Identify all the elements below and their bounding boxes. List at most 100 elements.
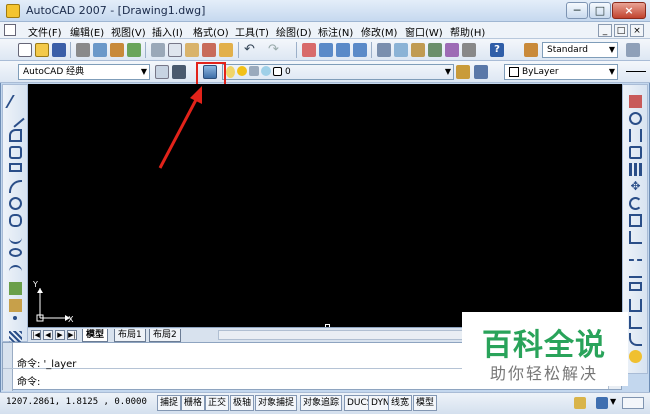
pan-icon[interactable] [302,43,316,57]
calculator-icon[interactable] [462,43,476,57]
layer-combo[interactable]: 0 ▼ [222,64,454,80]
workspace-combo[interactable]: AutoCAD 经典 ▼ [18,64,150,80]
scale-icon[interactable] [629,214,642,227]
menu-format[interactable]: 格式(O) [193,24,229,39]
construction-line-icon[interactable] [6,109,25,128]
paste-icon[interactable] [185,43,199,57]
status-menu-arrow-icon[interactable]: ▼ [610,397,616,406]
new-icon[interactable] [18,43,32,57]
otrack-toggle[interactable]: 对象追踪 [300,395,343,411]
help-icon[interactable]: ? [490,43,504,57]
menu-file[interactable]: 文件(F) [28,24,62,39]
save-icon[interactable] [52,43,66,57]
join-icon[interactable] [629,299,642,312]
dim-style-icon[interactable] [626,43,640,57]
menu-help[interactable]: 帮助(H) [450,24,485,39]
properties-icon[interactable] [377,43,391,57]
tool-palettes-icon[interactable] [411,43,425,57]
cut-icon[interactable] [151,43,165,57]
grid-toggle[interactable]: 栅格 [181,395,206,411]
copy-object-icon[interactable] [629,112,642,125]
minimize-button[interactable]: ─ [566,2,588,19]
layer-previous-icon[interactable] [474,65,488,79]
preview-icon[interactable] [93,43,107,57]
zoom-previous-icon[interactable] [353,43,367,57]
point-icon[interactable] [13,316,17,320]
lock-icon[interactable] [574,397,586,409]
spline-icon[interactable] [9,231,22,244]
osnap-toggle[interactable]: 对象捕捉 [255,395,298,411]
menu-insert[interactable]: 插入(I) [152,24,183,39]
insert-block-icon[interactable] [9,282,22,295]
undo-icon[interactable]: ↶ [244,43,258,57]
ellipse-arc-icon[interactable] [9,265,22,278]
polar-toggle[interactable]: 极轴 [230,395,255,411]
mdi-minimize-button[interactable]: _ [598,24,612,37]
mdi-restore-button[interactable]: □ [614,24,628,37]
workspace-save-icon[interactable] [172,65,186,79]
workspace-settings-icon[interactable] [155,65,169,79]
move-icon[interactable]: ✥ [629,180,642,193]
maximize-button[interactable]: □ [589,2,611,19]
mirror-icon[interactable] [629,129,642,142]
revision-cloud-icon[interactable] [9,214,22,227]
close-button[interactable]: × [612,2,646,19]
match-properties-icon[interactable] [202,43,216,57]
autocad-app-icon[interactable] [6,4,20,18]
plot-icon[interactable] [110,43,124,57]
publish-icon[interactable] [127,43,141,57]
polyline-icon[interactable] [9,129,22,142]
menu-window[interactable]: 窗口(W) [405,24,443,39]
chamfer-icon[interactable] [629,316,642,329]
lineweight-toggle[interactable]: 线宽 [388,395,413,411]
array-icon[interactable] [629,163,642,176]
communication-center-icon[interactable] [596,397,608,409]
arc-icon[interactable] [9,180,22,193]
mdi-close-button[interactable]: × [630,24,644,37]
markup-icon[interactable] [445,43,459,57]
offset-icon[interactable] [629,146,642,159]
block-editor-icon[interactable] [219,43,233,57]
circle-icon[interactable] [9,197,22,210]
extend-icon[interactable] [629,265,642,278]
next-tab-button[interactable]: ▶ [55,330,65,340]
snap-toggle[interactable]: 捕捉 [157,395,182,411]
break-icon[interactable] [629,282,642,291]
make-layer-current-icon[interactable] [456,65,470,79]
menu-tools[interactable]: 工具(T) [235,24,269,39]
text-style-icon[interactable] [524,43,538,57]
ortho-toggle[interactable]: 正交 [205,395,230,411]
copy-icon[interactable] [168,43,182,57]
zoom-realtime-icon[interactable] [319,43,333,57]
design-center-icon[interactable] [394,43,408,57]
print-icon[interactable] [76,43,90,57]
make-block-icon[interactable] [9,299,22,312]
fillet-icon[interactable] [629,333,642,346]
color-combo[interactable]: ByLayer ▼ [504,64,618,80]
menu-draw[interactable]: 绘图(D) [276,24,312,39]
clean-screen-icon[interactable] [622,397,644,409]
menu-modify[interactable]: 修改(M) [361,24,397,39]
explode-icon[interactable] [629,350,642,363]
zoom-window-icon[interactable] [336,43,350,57]
coordinate-readout[interactable]: 1207.2861, 1.8125 , 0.0000 [6,397,147,407]
tab-model[interactable]: 模型 [82,329,109,342]
menu-view[interactable]: 视图(V) [111,24,146,39]
previous-tab-button[interactable]: ◀ [43,330,53,340]
tab-layout2[interactable]: 布局2 [149,329,181,342]
open-icon[interactable] [35,43,49,57]
polygon-icon[interactable] [9,146,22,159]
model-toggle[interactable]: 模型 [413,395,438,411]
ellipse-icon[interactable] [9,248,22,257]
redo-icon[interactable]: ↷ [268,43,282,57]
rectangle-icon[interactable] [9,163,22,172]
first-tab-button[interactable]: |◀ [31,330,41,340]
stretch-icon[interactable] [629,231,642,244]
trim-icon[interactable] [629,248,642,261]
erase-icon[interactable] [629,95,642,108]
line-icon[interactable] [5,95,26,108]
document-icon[interactable] [4,24,16,36]
text-style-combo[interactable]: Standard ▼ [542,42,618,58]
drawing-canvas[interactable]: Y X [28,84,622,329]
last-tab-button[interactable]: ▶| [67,330,77,340]
